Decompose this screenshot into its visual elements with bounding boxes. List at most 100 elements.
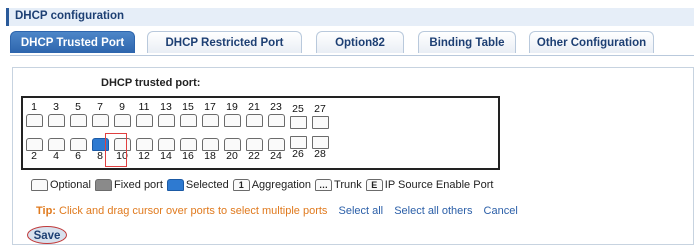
port-13[interactable]: 13 [157,102,175,127]
port-icon [47,114,65,127]
port-number: 16 [182,150,194,162]
port-26[interactable]: 26 [289,135,307,160]
port-icon [113,114,131,127]
select-all-others-link[interactable]: Select all others [394,205,472,217]
section-label: DHCP trusted port: [101,77,201,89]
selected-port-highlight [105,133,127,167]
port-legend: Optional Fixed port Selected 1 Aggregatio… [31,178,497,192]
legend-label: Aggregation [251,179,312,191]
legend-label: Fixed port [113,179,163,191]
port-14[interactable]: 14 [157,137,175,162]
page-header: DHCP configuration [6,8,694,26]
port-icon [135,114,153,127]
ip-source-port-icon: E [365,179,383,191]
port-panel: 1 3 5 7 9 11 13 15 17 19 21 23 25 27 2 4… [21,96,500,170]
port-2[interactable]: 2 [25,137,43,162]
port-number: 26 [292,148,304,160]
port-number: 24 [270,150,282,162]
port-27[interactable]: 27 [311,104,329,129]
port-number: 6 [75,150,81,162]
port-number: 27 [314,103,326,115]
port-number: 28 [314,148,326,160]
port-icon [157,114,175,127]
port-11[interactable]: 11 [135,102,153,127]
port-number: 14 [160,150,172,162]
port-18[interactable]: 18 [201,137,219,162]
port-21[interactable]: 21 [245,102,263,127]
port-icon [201,114,219,127]
port-12[interactable]: 12 [135,137,153,162]
legend-optional: Optional [31,179,91,191]
port-icon [289,116,307,129]
port-number: 3 [53,101,59,113]
port-28[interactable]: 28 [311,135,329,160]
legend-fixed: Fixed port [94,179,163,191]
optional-port-icon [31,179,48,191]
tip-line: Tip: Click and drag cursor over ports to… [36,205,518,217]
port-number: 22 [248,150,260,162]
legend-label: Selected [185,179,229,191]
port-number: 9 [119,101,125,113]
cancel-link[interactable]: Cancel [484,205,518,217]
port-number: 19 [226,101,238,113]
select-all-link[interactable]: Select all [338,205,383,217]
port-icon [311,116,329,129]
port-6[interactable]: 6 [69,137,87,162]
tip-label: Tip: [36,205,56,217]
port-number: 18 [204,150,216,162]
port-3[interactable]: 3 [47,102,65,127]
tab-binding-table[interactable]: Binding Table [418,31,516,53]
legend-label: Trunk [334,179,362,191]
port-22[interactable]: 22 [245,137,263,162]
port-19[interactable]: 19 [223,102,241,127]
selected-port-icon [166,179,184,191]
port-number: 20 [226,150,238,162]
tab-dhcp-restricted-port[interactable]: DHCP Restricted Port [147,31,302,53]
port-20[interactable]: 20 [223,137,241,162]
port-number: 5 [75,101,81,113]
fixed-port-icon [94,179,112,191]
port-7[interactable]: 7 [91,102,109,127]
port-4[interactable]: 4 [47,137,65,162]
port-number: 23 [270,101,282,113]
legend-selected: Selected [166,179,229,191]
legend-aggregation: 1 Aggregation [232,179,312,191]
port-icon [69,114,87,127]
legend-trunk: … Trunk [315,179,362,191]
port-number: 4 [53,150,59,162]
port-24[interactable]: 24 [267,137,285,162]
port-number: 2 [31,150,37,162]
port-number: 21 [248,101,260,113]
port-number: 17 [204,101,216,113]
port-17[interactable]: 17 [201,102,219,127]
tab-dhcp-trusted-port[interactable]: DHCP Trusted Port [10,31,135,53]
port-16[interactable]: 16 [179,137,197,162]
port-icon [91,114,109,127]
port-5[interactable]: 5 [69,102,87,127]
port-icon [267,114,285,127]
port-icon [25,114,43,127]
legend-label: Optional [50,179,91,191]
port-number: 11 [138,101,150,113]
port-1[interactable]: 1 [25,102,43,127]
port-9[interactable]: 9 [113,102,131,127]
port-25[interactable]: 25 [289,104,307,129]
port-23[interactable]: 23 [267,102,285,127]
legend-label: IP Source Enable Port [384,179,494,191]
port-number: 12 [138,150,150,162]
save-button[interactable]: Save [27,226,67,244]
port-number: 1 [31,101,37,113]
port-number: 25 [292,103,304,115]
legend-ip-source: E IP Source Enable Port [365,179,494,191]
tab-option82[interactable]: Option82 [316,31,404,53]
tab-other-configuration[interactable]: Other Configuration [529,31,654,53]
port-number: 15 [182,101,194,113]
port-15[interactable]: 15 [179,102,197,127]
tip-text: Click and drag cursor over ports to sele… [59,205,328,217]
port-number: 13 [160,101,172,113]
port-number: 7 [97,101,103,113]
trunk-port-icon: … [315,179,333,191]
port-icon [223,114,241,127]
tab-bar: DHCP Trusted Port DHCP Restricted Port O… [10,31,694,56]
port-icon [245,114,263,127]
